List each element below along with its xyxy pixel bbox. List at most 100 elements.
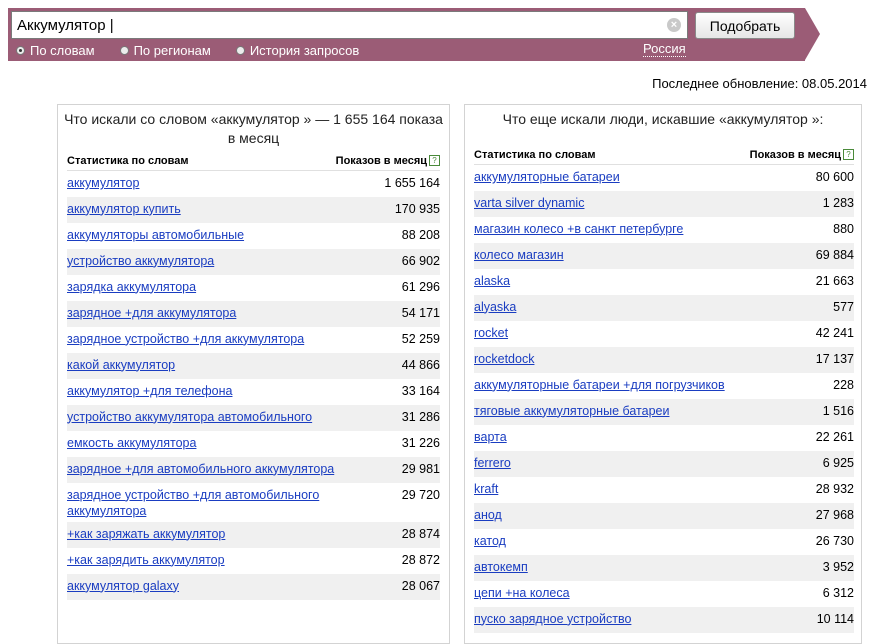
keyword-link[interactable]: варта xyxy=(474,430,507,444)
keyword-link[interactable]: varta silver dynamic xyxy=(474,196,584,210)
table-row: магазин колесо +в санкт петербурге 880 xyxy=(474,217,854,243)
keyword-cell: зарядное устройство +для аккумулятора xyxy=(67,327,336,353)
keyword-link[interactable]: аккумулятор +для телефона xyxy=(67,384,232,398)
stats-table: Статистика по словам Показов в месяц? ак… xyxy=(67,147,440,600)
keyword-cell: kraft xyxy=(474,477,742,503)
keyword-cell: varta silver dynamic xyxy=(474,190,743,217)
keyword-link[interactable]: +как заряжать аккумулятор xyxy=(67,527,225,541)
keyword-cell: цепи +на колеса xyxy=(474,581,742,607)
table-row: +как заряжать аккумулятор 28 874 xyxy=(67,521,440,548)
radio-icon[interactable] xyxy=(235,45,245,55)
keyword-link[interactable]: аккумулятор galaxy xyxy=(67,579,179,593)
keyword-cell: магазин колесо +в санкт петербурге xyxy=(474,217,742,243)
keyword-link[interactable]: rocketdock xyxy=(474,352,534,366)
mode-by-words[interactable]: По словам xyxy=(16,43,95,58)
search-input[interactable] xyxy=(12,12,652,38)
table-row: ferrero 6 925 xyxy=(474,450,854,477)
keyword-link[interactable]: alyaska xyxy=(474,300,516,314)
keyword-link[interactable]: катод xyxy=(474,534,506,548)
table-row: устройство аккумулятора автомобильного 31… xyxy=(67,404,440,431)
keyword-link[interactable]: колесо магазин xyxy=(474,248,564,262)
keyword-link[interactable]: kraft xyxy=(474,482,498,496)
keyword-cell: зарядное +для аккумулятора xyxy=(67,300,336,327)
count-cell: 26 730 xyxy=(815,533,854,548)
keyword-link[interactable]: магазин колесо +в санкт петербурге xyxy=(474,222,683,236)
table-row: пуско зарядное устройство 10 114 xyxy=(474,606,854,633)
panel-words-with: Что искали со словом «аккумулятор » — 1 … xyxy=(57,104,450,644)
keyword-link[interactable]: зарядное +для аккумулятора xyxy=(67,306,236,320)
count-cell: 31 286 xyxy=(335,404,440,431)
table-row: аккумуляторные батареи +для погрузчиков 2… xyxy=(474,373,854,399)
keyword-cell: аккумулятор +для телефона xyxy=(67,379,336,405)
column-keyword: Статистика по словам xyxy=(474,141,743,165)
keyword-cell: аккумулятор xyxy=(67,171,336,197)
table-row: анод 27 968 xyxy=(474,502,854,529)
table-row: устройство аккумулятора 66 902 xyxy=(67,248,440,275)
keyword-cell: ferrero xyxy=(474,450,743,477)
keyword-cell: alyaska xyxy=(474,294,743,321)
table-row: аккумулятор galaxy 28 067 xyxy=(67,573,440,600)
keyword-cell: анод xyxy=(474,502,743,529)
radio-checked-icon[interactable] xyxy=(16,45,25,55)
keyword-link[interactable]: +как зарядить аккумулятор xyxy=(67,553,225,567)
submit-button[interactable]: Подобрать xyxy=(695,12,795,39)
keyword-link[interactable]: зарядка аккумулятора xyxy=(67,280,196,294)
keyword-link[interactable]: alaska xyxy=(474,274,510,288)
keyword-link[interactable]: зарядное +для автомобильного аккумулятор… xyxy=(67,462,334,476)
table-body: аккумулятор 1 655 164 аккумулятор купить 17… xyxy=(67,171,440,600)
keyword-link[interactable]: аккумуляторы автомобильные xyxy=(67,228,244,242)
table-row: varta silver dynamic 1 283 xyxy=(474,190,854,217)
count-cell: 52 259 xyxy=(401,331,440,346)
keyword-cell: катод xyxy=(474,529,742,555)
table-header: Статистика по словам Показов в месяц? xyxy=(67,147,440,171)
table-row: варта 22 261 xyxy=(474,425,854,451)
count-cell: 28 932 xyxy=(815,481,854,496)
table-row: rocketdock 17 137 xyxy=(474,346,854,373)
keyword-link[interactable]: тяговые аккумуляторные батареи xyxy=(474,404,669,418)
table-row: зарядное устройство +для аккумулятора 52 … xyxy=(67,327,440,353)
clear-icon[interactable]: × xyxy=(667,18,681,32)
keyword-link[interactable]: аккумуляторные батареи +для погрузчиков xyxy=(474,378,725,392)
keyword-cell: какой аккумулятор xyxy=(67,352,336,379)
count-cell: 66 902 xyxy=(335,248,440,275)
table-row: зарядка аккумулятора 61 296 xyxy=(67,275,440,301)
count-cell: 17 137 xyxy=(742,346,854,373)
keyword-link[interactable]: устройство аккумулятора автомобильного xyxy=(67,410,312,424)
keyword-link[interactable]: автокемп xyxy=(474,560,528,574)
keyword-link[interactable]: зарядное устройство +для аккумулятора xyxy=(67,332,304,346)
table-body: аккумуляторные батареи 80 600 varta silver… xyxy=(474,165,854,633)
keyword-link[interactable]: зарядное устройство +для автомобильного … xyxy=(67,488,319,518)
keyword-cell: +как заряжать аккумулятор xyxy=(67,521,336,548)
count-cell: 10 114 xyxy=(742,606,854,633)
keyword-link[interactable]: какой аккумулятор xyxy=(67,358,175,372)
mode-label: История запросов xyxy=(249,42,360,58)
keyword-cell: зарядное +для автомобильного аккумулятор… xyxy=(67,456,336,483)
count-cell: 22 261 xyxy=(815,429,854,444)
keyword-cell: аккумуляторные батареи +для погрузчиков xyxy=(474,373,742,399)
table-row: аккумулятор 1 655 164 xyxy=(67,171,440,197)
keyword-link[interactable]: анод xyxy=(474,508,502,522)
keyword-cell: аккумуляторы автомобильные xyxy=(67,223,336,249)
keyword-link[interactable]: цепи +на колеса xyxy=(474,586,570,600)
count-cell: 1 283 xyxy=(742,190,854,217)
region-link[interactable]: Россия xyxy=(643,41,686,57)
help-icon[interactable]: ? xyxy=(843,149,854,160)
keyword-link[interactable]: rocket xyxy=(474,326,508,340)
mode-history[interactable]: История запросов xyxy=(235,42,360,58)
table-row: цепи +на колеса 6 312 xyxy=(474,581,854,607)
keyword-link[interactable]: аккумуляторные батареи xyxy=(474,170,620,184)
radio-icon[interactable] xyxy=(119,45,129,55)
keyword-link[interactable]: аккумулятор купить xyxy=(67,202,181,216)
keyword-link[interactable]: ferrero xyxy=(474,456,511,470)
mode-by-regions[interactable]: По регионам xyxy=(119,43,211,58)
table-row: kraft 28 932 xyxy=(474,477,854,503)
column-count-label: Показов в месяц xyxy=(749,149,841,161)
keyword-link[interactable]: емкость аккумулятора xyxy=(67,436,196,450)
keyword-link[interactable]: аккумулятор xyxy=(67,176,139,190)
keyword-cell: устройство аккумулятора автомобильного xyxy=(67,404,336,431)
help-icon[interactable]: ? xyxy=(429,155,440,166)
keyword-link[interactable]: пуско зарядное устройство xyxy=(474,612,631,626)
keyword-cell: зарядка аккумулятора xyxy=(67,275,336,301)
keyword-link[interactable]: устройство аккумулятора xyxy=(67,254,214,268)
column-count: Показов в месяц? xyxy=(742,141,854,165)
